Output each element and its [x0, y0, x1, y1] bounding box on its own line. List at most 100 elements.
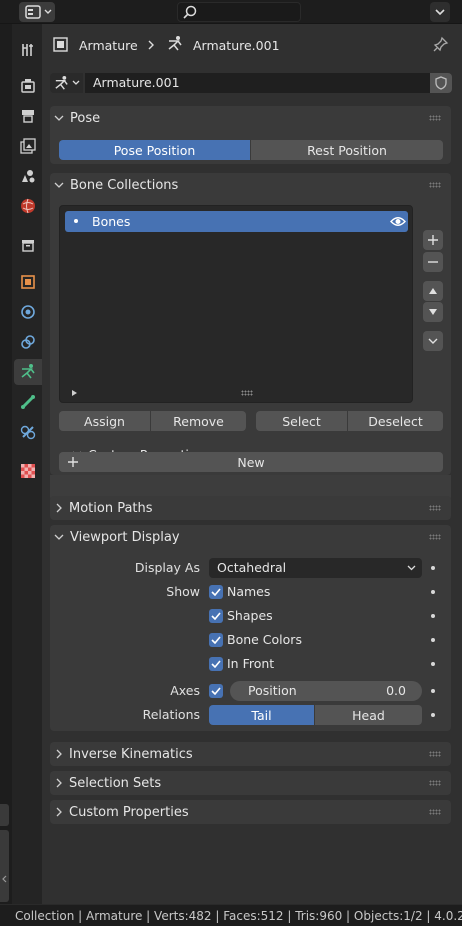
object-tab[interactable] [14, 269, 42, 295]
armature-data-icon [55, 75, 68, 90]
drag-grip-icon[interactable] [429, 115, 441, 121]
display-as-dropdown[interactable]: Octahedral [209, 558, 422, 578]
chevron-down-icon [54, 534, 64, 540]
bone-tab[interactable] [14, 389, 42, 415]
properties-editor: Armature Armature.001 Armature.001 Pose … [42, 24, 462, 904]
remove-collection-button[interactable] [423, 252, 443, 272]
triangle-down-icon [429, 309, 437, 315]
drag-grip-icon[interactable] [429, 505, 441, 511]
pose-panel-header[interactable]: Pose [54, 106, 447, 130]
collection-tab[interactable] [14, 232, 42, 258]
eye-icon[interactable] [390, 215, 406, 228]
texture-icon [21, 464, 35, 478]
output-icon [22, 110, 34, 123]
axes-checkbox[interactable] [209, 684, 223, 698]
animate-property-icon[interactable] [431, 713, 435, 717]
constraints-tab[interactable] [14, 329, 42, 355]
bone-colors-label: Bone Colors [227, 632, 302, 647]
viewport-display-panel-header[interactable]: Viewport Display [54, 525, 447, 549]
chevron-down-icon [54, 115, 64, 121]
relations-tail-button[interactable]: Tail [209, 705, 314, 725]
remove-button[interactable]: Remove [151, 411, 246, 431]
region-handle[interactable] [0, 804, 9, 826]
animate-property-icon[interactable] [431, 638, 435, 642]
collection-icon [22, 240, 34, 252]
bone-colors-checkbox[interactable] [209, 633, 223, 647]
output-tab[interactable] [14, 103, 42, 129]
fake-user-button[interactable] [430, 73, 452, 93]
editor-type-button[interactable] [19, 2, 55, 22]
render-tab[interactable] [14, 73, 42, 99]
animate-property-icon[interactable] [431, 614, 435, 618]
selection-sets-panel-header[interactable]: Selection Sets [56, 771, 449, 795]
breadcrumb-object: Armature [79, 38, 138, 53]
add-collection-button[interactable] [423, 230, 443, 250]
object-icon [53, 37, 68, 52]
tool-tab[interactable] [14, 37, 42, 63]
minus-icon [428, 261, 438, 263]
physics-icon [21, 305, 35, 319]
datablock-name-field[interactable]: Armature.001 [85, 73, 430, 93]
chevron-down-icon [428, 338, 438, 344]
scene-tab[interactable] [14, 163, 42, 189]
armature-data-icon [168, 36, 182, 51]
animate-property-icon[interactable] [431, 566, 435, 570]
list-item-label: Bones [92, 214, 131, 229]
view-layer-icon [20, 138, 36, 154]
relations-head-button[interactable]: Head [315, 705, 422, 725]
display-as-label: Display As [134, 560, 200, 575]
animate-property-icon[interactable] [431, 590, 435, 594]
world-tab[interactable] [14, 193, 42, 219]
plus-icon [428, 235, 438, 245]
assign-button[interactable]: Assign [59, 411, 150, 431]
region-strip [0, 24, 12, 904]
pin-icon[interactable] [433, 36, 449, 52]
top-header [0, 0, 462, 24]
specials-menu-button[interactable] [423, 331, 443, 351]
list-resize-grip-icon[interactable] [241, 390, 253, 396]
rest-position-button[interactable]: Rest Position [251, 140, 443, 160]
inverse-kinematics-panel-header[interactable]: Inverse Kinematics [56, 742, 449, 766]
pose-position-button[interactable]: Pose Position [59, 140, 250, 160]
motion-paths-panel-header[interactable]: Motion Paths [56, 496, 449, 520]
names-checkbox[interactable] [209, 585, 223, 599]
deselect-button[interactable]: Deselect [348, 411, 443, 431]
animate-property-icon[interactable] [431, 662, 435, 666]
drag-grip-icon[interactable] [429, 751, 441, 757]
bone-constraints-tab[interactable] [14, 419, 42, 445]
object-icon [21, 275, 35, 289]
chevron-right-icon [148, 40, 154, 50]
bone-collections-list: Bones [59, 205, 413, 403]
region-handle[interactable] [0, 830, 9, 902]
modifiers-tab[interactable] [14, 299, 42, 325]
bone-collections-panel-header[interactable]: Bone Collections [54, 173, 447, 197]
chevron-down-icon [72, 80, 80, 85]
list-item[interactable]: Bones [65, 211, 408, 232]
viewport-display-panel: Viewport Display Display As Octahedral S… [50, 525, 451, 731]
select-button[interactable]: Select [256, 411, 347, 431]
world-icon [21, 198, 35, 214]
drag-grip-icon[interactable] [429, 182, 441, 188]
texture-tab[interactable] [14, 458, 42, 484]
drag-grip-icon[interactable] [429, 780, 441, 786]
axes-position-slider[interactable]: Position 0.0 [230, 681, 422, 701]
status-bar: Collection | Armature | Verts:482 | Face… [0, 904, 462, 926]
custom-properties-panel-header[interactable]: Custom Properties [56, 800, 449, 824]
chevron-left-icon [2, 875, 7, 883]
view-layer-tab[interactable] [14, 133, 42, 159]
shapes-checkbox[interactable] [209, 609, 223, 623]
move-down-button[interactable] [423, 302, 443, 322]
in-front-checkbox[interactable] [209, 657, 223, 671]
armature-data-tab[interactable] [14, 359, 42, 385]
search-input[interactable] [177, 2, 301, 22]
new-property-button[interactable]: New [59, 452, 443, 472]
animate-property-icon[interactable] [431, 689, 435, 693]
checkmark-icon [211, 588, 221, 596]
expand-filter-icon[interactable] [71, 389, 78, 397]
options-dropdown-button[interactable] [430, 2, 450, 22]
datablock-browse-button[interactable] [50, 73, 83, 93]
shield-icon [435, 76, 447, 90]
drag-grip-icon[interactable] [429, 534, 441, 540]
move-up-button[interactable] [423, 281, 443, 301]
drag-grip-icon[interactable] [429, 809, 441, 815]
